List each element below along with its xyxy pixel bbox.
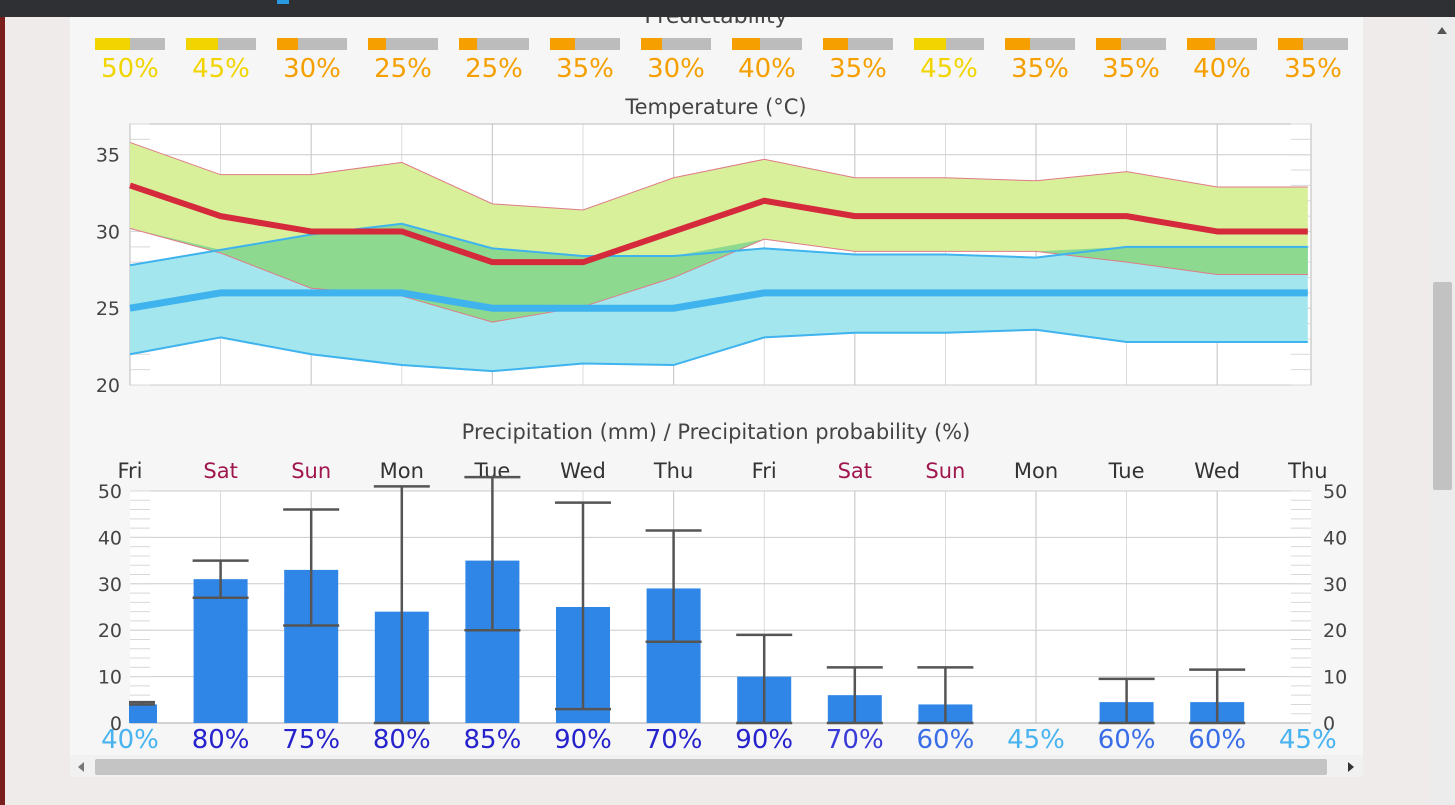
precipitation-probability-label: 90% [554, 725, 612, 755]
day-label: Sat [838, 459, 872, 483]
predictability-value: 30% [283, 54, 341, 84]
predictability-value: 35% [556, 54, 614, 84]
left-window-edge [0, 17, 5, 805]
predictability-value: 40% [1193, 54, 1251, 84]
precipitation-y-tick-label-right: 50 [1323, 481, 1347, 503]
predictability-value: 30% [647, 54, 705, 84]
precipitation-y-tick-label-left: 50 [98, 481, 122, 503]
precipitation-probability-label: 60% [1188, 725, 1246, 755]
precipitation-probability-label: 80% [192, 725, 250, 755]
precipitation-probability-label: 60% [1098, 725, 1156, 755]
temperature-y-tick-label: 35 [96, 145, 120, 167]
meteogram-panel: Predictability 50% 45% 30% 25% 25% 35% 30% 40% 3… [70, 4, 1363, 777]
precipitation-probability-label: 90% [735, 725, 793, 755]
predictability-value: 25% [465, 54, 523, 84]
predictability-value: 45% [192, 54, 250, 84]
precipitation-y-tick-label-right: 20 [1323, 620, 1347, 642]
temperature-chart: 20 25 30 35 [96, 123, 1312, 397]
precipitation-probability-label: 40% [101, 725, 159, 755]
predictability-row: 50% 45% 30% 25% 25% 35% 30% 40% 35% 45% 35% 35% 40% 3… [95, 38, 1348, 84]
predictability-value: 45% [920, 54, 978, 84]
day-label: Fri [117, 459, 142, 483]
predictability-bar-fill [1278, 38, 1303, 50]
temperature-y-tick-label: 25 [96, 298, 120, 320]
precipitation-probability-label: 70% [826, 725, 884, 755]
precipitation-y-tick-label-left: 10 [98, 667, 122, 689]
precipitation-probability-label: 45% [1279, 725, 1337, 755]
precipitation-probability-label: 45% [1007, 725, 1065, 755]
predictability-value: 50% [101, 54, 159, 84]
meteogram-svg: Predictability 50% 45% 30% 25% 25% 35% 30% 40% 3… [95, 4, 1348, 755]
predictability-bar-fill [186, 38, 218, 50]
precipitation-y-tick-label-left: 40 [98, 527, 122, 549]
temperature-y-tick-label: 30 [96, 221, 120, 243]
precipitation-y-tick-label-left: 30 [98, 574, 122, 596]
predictability-bar-fill [1187, 38, 1215, 50]
day-label: Thu [653, 459, 693, 483]
precipitation-probability-label: 75% [282, 725, 340, 755]
day-label: Mon [1014, 459, 1058, 483]
predictability-bar-fill [914, 38, 946, 50]
predictability-value: 35% [829, 54, 887, 84]
day-label: Wed [1194, 459, 1240, 483]
day-label: Sun [925, 459, 965, 483]
precipitation-probability-label: 85% [464, 725, 522, 755]
precipitation-chart-title: Precipitation (mm) / Precipitation proba… [462, 420, 971, 444]
day-label: Wed [560, 459, 606, 483]
temperature-y-tick-label: 20 [96, 375, 120, 397]
predictability-value: 25% [374, 54, 432, 84]
precipitation-y-tick-label-right: 40 [1323, 527, 1347, 549]
precipitation-bar [129, 704, 157, 723]
precipitation-y-tick-label-right: 30 [1323, 574, 1347, 596]
predictability-bar-fill [550, 38, 575, 50]
predictability-bar-fill [95, 38, 130, 50]
scroll-up-icon[interactable] [1437, 27, 1447, 34]
predictability-value: 35% [1011, 54, 1069, 84]
day-label: Sat [203, 459, 237, 483]
precipitation-probability-label: 80% [373, 725, 431, 755]
day-label: Mon [380, 459, 424, 483]
precipitation-chart: 0 010 1020 2030 3040 4050 50Fri Sat Sun Mon Tue Wed… [98, 459, 1347, 755]
horizontal-scrollbar[interactable] [70, 755, 1363, 777]
predictability-bar-fill [641, 38, 662, 50]
day-label: Sun [291, 459, 331, 483]
predictability-value: 35% [1284, 54, 1342, 84]
predictability-bar-fill [1005, 38, 1030, 50]
predictability-bar-fill [823, 38, 848, 50]
precipitation-probability-label: 70% [645, 725, 703, 755]
scroll-left-icon[interactable] [78, 762, 84, 772]
vertical-scroll-thumb[interactable] [1433, 282, 1452, 490]
predictability-bar-fill [1096, 38, 1121, 50]
browser-top-bar [0, 0, 1455, 17]
predictability-bar-fill [732, 38, 760, 50]
predictability-value: 35% [1102, 54, 1160, 84]
temperature-chart-title: Temperature (°C) [624, 95, 806, 119]
vertical-scrollbar[interactable] [1430, 17, 1455, 805]
predictability-bar-fill [277, 38, 298, 50]
precipitation-bar [193, 579, 248, 723]
day-label: Tue [1108, 459, 1145, 483]
active-tab-indicator [277, 0, 289, 4]
precipitation-y-tick-label-right: 10 [1323, 667, 1347, 689]
predictability-bar-fill [368, 38, 386, 50]
day-label: Thu [1287, 459, 1327, 483]
scroll-right-icon[interactable] [1348, 762, 1354, 772]
precipitation-y-tick-label-left: 20 [98, 620, 122, 642]
day-label: Fri [752, 459, 777, 483]
horizontal-scroll-thumb[interactable] [95, 759, 1327, 775]
precipitation-probability-label: 60% [917, 725, 975, 755]
predictability-bar-fill [459, 38, 477, 50]
predictability-title: Predictability [644, 17, 787, 29]
predictability-value: 40% [738, 54, 796, 84]
